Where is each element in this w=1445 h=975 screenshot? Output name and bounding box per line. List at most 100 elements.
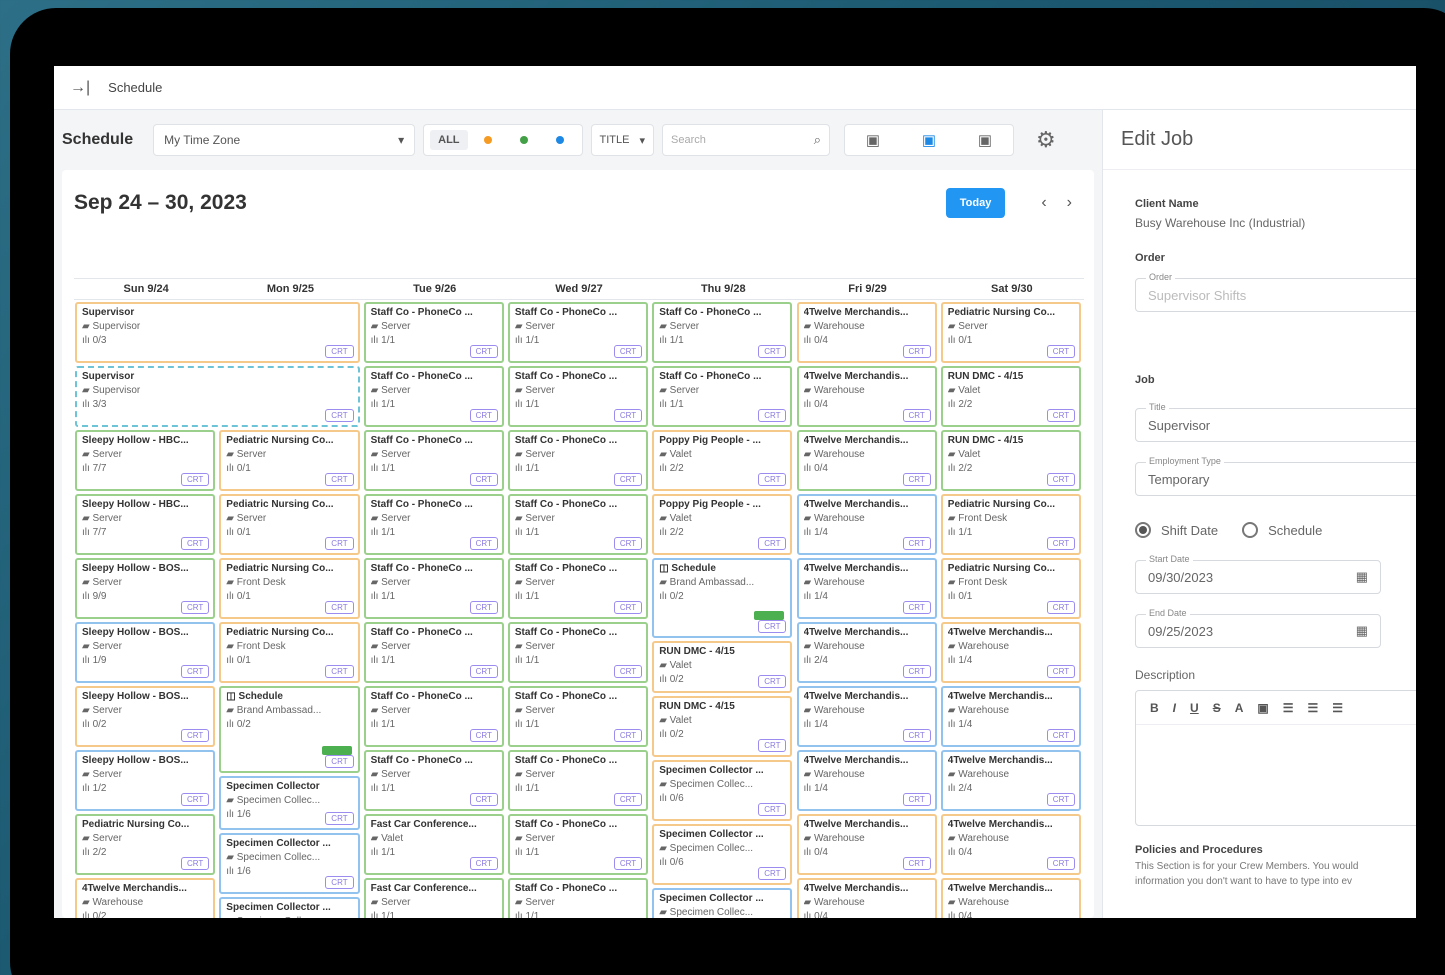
shift-card[interactable]: Staff Co - PhoneCo ...▰ Serverılı 1/1CRT bbox=[363, 430, 504, 491]
italic-icon[interactable]: I bbox=[1173, 701, 1176, 715]
shift-card[interactable]: 4Twelve Merchandis...▰ Warehouseılı 0/4C… bbox=[796, 430, 937, 491]
shift-card[interactable]: Staff Co - PhoneCo ...▰ Serverılı 1/1CRT bbox=[363, 366, 504, 427]
shift-card[interactable]: RUN DMC - 4/15 ▰ Valet ılı 0/2 CRT bbox=[652, 641, 793, 693]
shift-card[interactable]: Staff Co - PhoneCo ...▰ Serverılı 1/1CRT bbox=[507, 814, 649, 875]
employment-type-field[interactable]: Employment Type Temporary bbox=[1135, 456, 1416, 496]
chevron-left-icon[interactable]: ‹ bbox=[1041, 194, 1046, 212]
shift-card[interactable]: Staff Co - PhoneCo ...▰ Serverılı 1/1CRT bbox=[507, 302, 649, 363]
shift-card[interactable]: Sleepy Hollow - HBC... ▰ Server ılı 7/7 CRT bbox=[75, 494, 216, 555]
shift-card[interactable]: Staff Co - PhoneCo ...▰ Serverılı 1/1CRT bbox=[507, 558, 649, 619]
shift-card[interactable]: 4Twelve Merchandis... ▰ Warehouse ılı 2/4 C… bbox=[940, 750, 1082, 811]
shift-card[interactable]: 4Twelve Merchandis...▰ Warehouseılı 0/4C… bbox=[796, 302, 937, 363]
shift-card[interactable]: Staff Co - PhoneCo ...▰ Serverılı 1/1CRT bbox=[363, 622, 504, 683]
shift-card[interactable]: RUN DMC - 4/15 ▰ Valet ılı 0/2 CRT bbox=[652, 695, 793, 757]
shift-card[interactable]: Sleepy Hollow - BOS... ▰ Server ılı 0/2 CRT bbox=[75, 686, 216, 747]
shift-card[interactable]: Specimen Collector ... ▰ Specimen Collec.… bbox=[652, 887, 793, 918]
shift-card[interactable]: Specimen Collector ... ▰ Specimen Collec.… bbox=[652, 823, 793, 885]
gear-icon[interactable]: ⚙ bbox=[1036, 127, 1056, 153]
shift-card[interactable]: Specimen Collector ... ▰ Specimen Collec.… bbox=[652, 759, 793, 821]
day-view-icon[interactable]: ▣ bbox=[845, 131, 901, 149]
shift-card[interactable]: Staff Co - PhoneCo ...▰ Serverılı 1/1CRT bbox=[652, 366, 793, 427]
shift-card[interactable]: Staff Co - PhoneCo ...▰ Serverılı 1/1CRT bbox=[363, 558, 504, 619]
shift-card[interactable]: ◫ Schedule ▰ Brand Ambassad... ılı 0/2 CRT bbox=[219, 686, 360, 773]
shift-card[interactable]: Pediatric Nursing Co... ▰ Front Desk ılı 1… bbox=[940, 494, 1082, 555]
month-view-icon[interactable]: ▣ bbox=[957, 131, 1013, 149]
shift-card[interactable]: Specimen Collector ... ▰ Specimen Collec.… bbox=[219, 833, 360, 895]
shift-card[interactable]: 4Twelve Merchandis... ▰ Warehouse ılı 1/4 C… bbox=[940, 686, 1082, 747]
shift-card[interactable]: Specimen Collector ... ▰ Specimen Collec.… bbox=[219, 897, 360, 918]
strikethrough-icon[interactable]: S bbox=[1213, 701, 1221, 715]
calendar-icon[interactable]: ▦ bbox=[1356, 569, 1368, 585]
shift-card[interactable]: Staff Co - PhoneCo ...▰ Serverılı 1/1CRT bbox=[363, 686, 504, 747]
shift-card[interactable]: 4Twelve Merchandis... ▰ Warehouse ılı 1/4 C… bbox=[796, 558, 937, 619]
shift-card[interactable]: Fast Car Conference...▰ Serverılı 1/1CRT bbox=[363, 878, 504, 918]
shift-date-radio[interactable] bbox=[1135, 522, 1151, 538]
schedule-radio[interactable] bbox=[1242, 522, 1259, 538]
filter-all[interactable]: ALL bbox=[430, 130, 468, 150]
shift-card[interactable]: Pediatric Nursing Co... ▰ Front Desk ılı 0… bbox=[219, 558, 360, 619]
shift-card[interactable]: 4Twelve Merchandis... ▰ Warehouse ılı 2/4 C… bbox=[796, 622, 937, 683]
highlight-icon[interactable]: ▣ bbox=[1257, 701, 1268, 715]
shift-card[interactable]: 4Twelve Merchandis... ▰ Warehouse ılı 1/4 C… bbox=[796, 494, 937, 555]
chevron-right-icon[interactable]: › bbox=[1067, 194, 1072, 212]
today-button[interactable]: Today bbox=[945, 188, 1006, 218]
indent-icon[interactable]: ☰ bbox=[1332, 701, 1343, 715]
shift-card[interactable]: Staff Co - PhoneCo ...▰ Serverılı 1/1CRT bbox=[363, 494, 504, 555]
shift-card[interactable]: 4Twelve Merchandis...▰ Warehouseılı 0/4C… bbox=[940, 814, 1082, 875]
shift-card[interactable]: 4Twelve Merchandis...▰ Warehouseılı 0/4C… bbox=[796, 878, 937, 918]
filter-green-dot[interactable] bbox=[519, 136, 528, 144]
description-editor[interactable]: B I U S A ▣ ☰ ☰ ☰ bbox=[1135, 690, 1416, 826]
shift-card[interactable]: 4Twelve Merchandis... ▰ Warehouse ılı 1/4 C… bbox=[940, 622, 1082, 683]
shift-card[interactable]: Supervisor ▰ Supervisor ılı 0/3 CRT bbox=[75, 302, 360, 363]
filter-orange-dot[interactable] bbox=[483, 136, 492, 144]
shift-card[interactable]: Staff Co - PhoneCo ...▰ Serverılı 1/1CRT bbox=[507, 494, 649, 555]
shift-card[interactable]: Pediatric Nursing Co... ▰ Front Desk ılı 0… bbox=[940, 558, 1082, 619]
shift-card[interactable]: Pediatric Nursing Co... ▰ Server ılı 0/1 CR… bbox=[219, 494, 360, 555]
shift-card[interactable]: Staff Co - PhoneCo ...▰ Serverılı 1/1CRT bbox=[507, 430, 649, 491]
title-field[interactable]: Title Supervisor bbox=[1135, 402, 1416, 442]
shift-card[interactable]: Pediatric Nursing Co... ▰ Server ılı 0/1 CR… bbox=[219, 430, 360, 491]
shift-card[interactable]: 4Twelve Merchandis...▰ Warehouseılı 0/4C… bbox=[796, 814, 937, 875]
sidebar-collapse-icon[interactable]: →| bbox=[70, 79, 90, 97]
shift-card[interactable]: Sleepy Hollow - HBC... ▰ Server ılı 7/7 CRT bbox=[75, 430, 216, 491]
order-field[interactable]: Order Supervisor Shifts bbox=[1135, 272, 1416, 312]
bold-icon[interactable]: B bbox=[1150, 701, 1159, 715]
shift-card[interactable]: Pediatric Nursing Co... ▰ Server ılı 2/2 CR… bbox=[75, 814, 216, 875]
title-select[interactable]: TITLE ▾ bbox=[590, 124, 655, 156]
shift-card[interactable]: Specimen Collector ▰ Specimen Collec... ıl… bbox=[219, 775, 360, 831]
shift-card[interactable]: RUN DMC - 4/15 ▰ Valet ılı 2/2 CRT bbox=[940, 430, 1082, 491]
text-color-icon[interactable]: A bbox=[1235, 701, 1244, 715]
shift-card[interactable]: ◫ Schedule ▰ Brand Ambassad... ılı 0/2 CRT bbox=[652, 558, 793, 639]
shift-card[interactable]: Staff Co - PhoneCo ...▰ Serverılı 1/1CRT bbox=[507, 366, 649, 427]
ordered-list-icon[interactable]: ☰ bbox=[1307, 701, 1318, 715]
shift-card[interactable]: Staff Co - PhoneCo ...▰ Serverılı 1/1CRT bbox=[507, 622, 649, 683]
shift-card[interactable]: Sleepy Hollow - BOS... ▰ Server ılı 1/9 CRT bbox=[75, 622, 216, 683]
shift-card[interactable]: 4Twelve Merchandis... ▰ Warehouse ılı 1/4 C… bbox=[796, 750, 937, 811]
shift-card[interactable]: Pediatric Nursing Co... ▰ Front Desk ılı 0… bbox=[219, 622, 360, 683]
shift-card[interactable]: Poppy Pig People - ... ▰ Valet ılı 2/2 CRT bbox=[652, 430, 793, 491]
shift-card[interactable]: Supervisor ▰ Supervisor ılı 3/3 CRT bbox=[75, 366, 360, 427]
shift-card[interactable]: 4Twelve Merchandis... ▰ Warehouse ılı 1/4 C… bbox=[796, 686, 937, 747]
shift-card[interactable]: Staff Co - PhoneCo ...▰ Serverılı 1/1CRT bbox=[652, 302, 793, 363]
start-date-field[interactable]: Start Date 09/30/2023 ▦ bbox=[1135, 554, 1381, 594]
shift-card[interactable]: 4Twelve Merchandis...▰ Warehouseılı 0/2C… bbox=[75, 878, 216, 918]
shift-card[interactable]: Staff Co - PhoneCo ...▰ Serverılı 1/1CRT bbox=[363, 302, 504, 363]
shift-card[interactable]: Staff Co - PhoneCo ...▰ Serverılı 1/1CRT bbox=[507, 878, 649, 918]
shift-card[interactable]: Pediatric Nursing Co... ▰ Server ılı 0/1 CR… bbox=[940, 302, 1082, 363]
search-input[interactable]: Search ⌕ bbox=[662, 124, 831, 156]
shift-card[interactable]: 4Twelve Merchandis...▰ Warehouseılı 0/4C… bbox=[940, 878, 1082, 918]
shift-card[interactable]: Staff Co - PhoneCo ...▰ Serverılı 1/1CRT bbox=[507, 750, 649, 811]
shift-card[interactable]: Poppy Pig People - ... ▰ Valet ılı 2/2 CRT bbox=[652, 494, 793, 555]
list-icon[interactable]: ☰ bbox=[1283, 701, 1294, 715]
calendar-icon[interactable]: ▦ bbox=[1356, 623, 1368, 639]
filter-blue-dot[interactable] bbox=[555, 136, 564, 144]
shift-card[interactable]: Sleepy Hollow - BOS... ▰ Server ılı 1/2 CRT bbox=[75, 750, 216, 811]
shift-card[interactable]: Staff Co - PhoneCo ...▰ Serverılı 1/1CRT bbox=[363, 750, 504, 811]
shift-card[interactable]: 4Twelve Merchandis...▰ Warehouseılı 0/4C… bbox=[796, 366, 937, 427]
shift-card[interactable]: Fast Car Conference... ▰ Valet ılı 1/1 CRT bbox=[363, 814, 504, 875]
timezone-select[interactable]: My Time Zone ▾ bbox=[153, 124, 416, 156]
underline-icon[interactable]: U bbox=[1190, 701, 1199, 715]
week-view-icon[interactable]: ▣ bbox=[901, 131, 957, 149]
end-date-field[interactable]: End Date 09/25/2023 ▦ bbox=[1135, 608, 1381, 648]
shift-card[interactable]: RUN DMC - 4/15 ▰ Valet ılı 2/2 CRT bbox=[940, 366, 1082, 427]
